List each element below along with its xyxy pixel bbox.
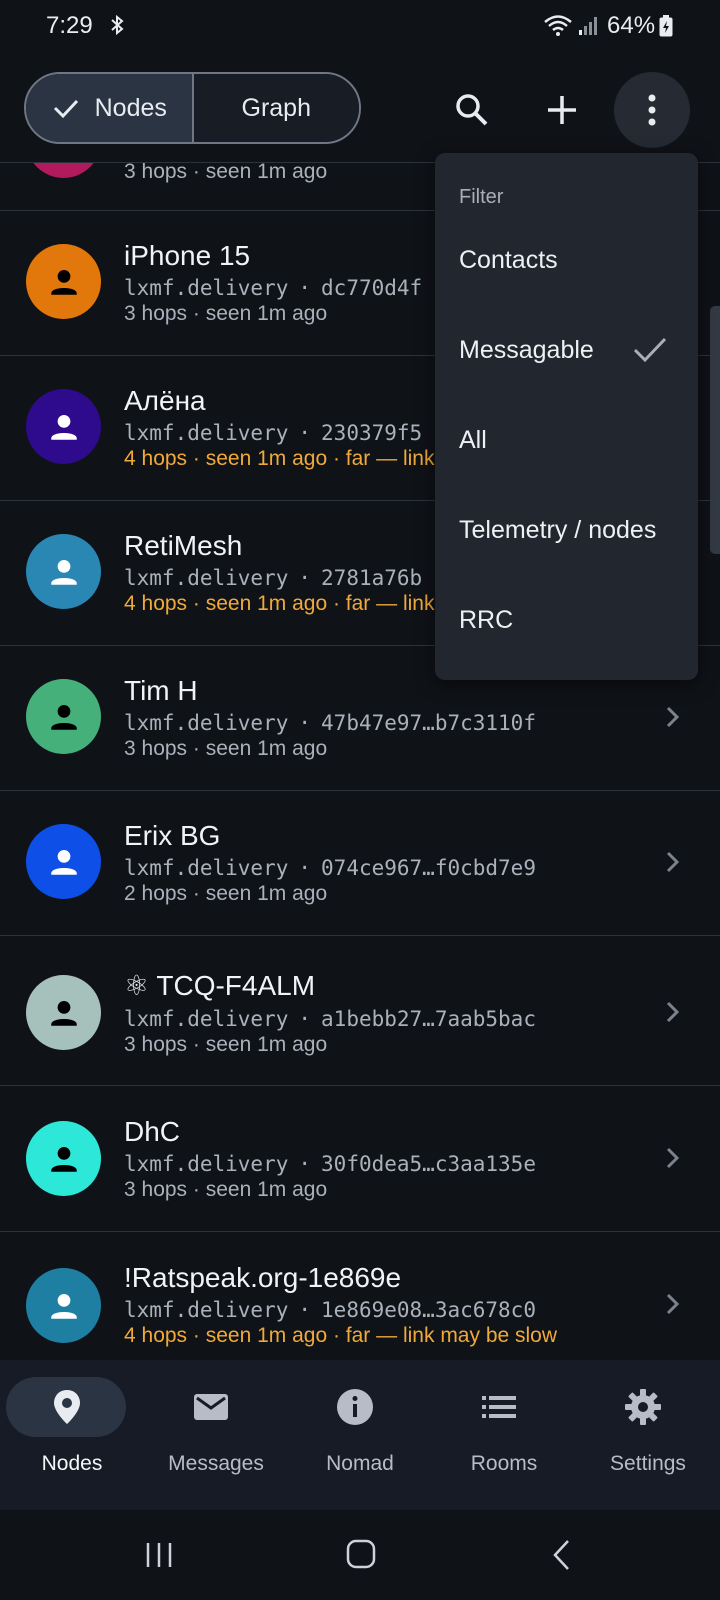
nav-label: Nodes [41,1452,103,1475]
avatar [26,1268,101,1343]
node-address: lxmf.delivery · 230379f5 [124,421,423,445]
segment-nodes[interactable]: Nodes [26,74,194,142]
gear-icon [625,1389,661,1425]
node-info: 4 hops · seen 1m ago · far — link may be… [124,1324,558,1347]
add-button[interactable] [534,82,590,138]
filter-all[interactable]: All [435,395,698,485]
node-name: RetiMesh [124,530,243,561]
person-icon [50,1293,77,1319]
search-button[interactable] [444,82,500,138]
recent-apps-icon[interactable] [144,1540,174,1570]
person-icon [50,1146,77,1172]
list-icon [482,1396,516,1418]
chevron-right-icon [666,706,680,728]
avatar [26,679,101,754]
node-info: 4 hops · seen 1m ago · far — link [124,592,435,615]
list-item[interactable]: ⚛ TCQ-F4ALM lxmf.delivery · a1bebb27…7aab5… [0,935,720,1086]
node-name: !Ratspeak.org-1e869e [124,1262,402,1293]
node-info: 4 hops · seen 1m ago · far — link [124,447,435,470]
nav-nodes[interactable]: Nodes [0,1360,144,1510]
node-address: lxmf.delivery · a1bebb27…7aab5bac [124,1007,536,1031]
chevron-right-icon [666,1147,680,1169]
check-icon [53,99,78,119]
person-icon [50,414,77,440]
search-icon [456,94,488,126]
check-icon [633,337,667,363]
node-info: 2 hops · seen 1m ago [124,882,328,905]
chevron-right-icon [666,1001,680,1023]
person-icon [50,704,77,730]
node-info: 3 hops · seen 1m ago [124,160,328,183]
chevron-right-icon [666,851,680,873]
node-name: iPhone 15 [124,240,251,271]
node-address: lxmf.delivery · 30f0dea5…c3aa135e [124,1152,536,1176]
info-icon [337,1389,373,1425]
plus-icon [548,96,576,124]
person-icon [50,1000,77,1026]
node-name: ⚛ TCQ-F4ALM [124,970,316,1001]
node-name: Tim H [124,675,198,706]
more-options-button[interactable] [614,72,690,148]
list-item[interactable]: !Ratspeak.org-1e869e lxmf.delivery · 1e869… [0,1232,720,1377]
node-name: DhC [124,1116,181,1147]
nav-messages[interactable]: Messages [144,1360,288,1510]
system-nav-bar [0,1510,720,1600]
chevron-right-icon [666,1293,680,1315]
filter-menu: Filter Contacts Messagable All Telemetry… [435,153,698,680]
home-icon[interactable] [345,1538,377,1570]
nav-nomad[interactable]: Nomad [288,1360,432,1510]
view-segmented-control: Nodes Graph [24,72,361,144]
node-address: lxmf.delivery · 1e869e08…3ac678c0 [124,1298,536,1322]
scrollbar[interactable] [710,306,720,554]
avatar [26,244,101,319]
person-icon [50,559,77,585]
list-item[interactable]: DhC lxmf.delivery · 30f0dea5…c3aa135e 3 ho… [0,1086,720,1232]
segment-nodes-label: Nodes [94,93,167,122]
filter-rrc[interactable]: RRC [435,575,698,665]
avatar [26,824,101,899]
person-icon [50,269,77,295]
filter-contacts[interactable]: Contacts [435,215,698,305]
node-info: 3 hops · seen 1m ago [124,737,328,760]
node-name: Алёна [124,385,206,416]
envelope-icon [194,1394,228,1420]
bottom-navigation: Nodes Messages Nomad Rooms Settings [0,1360,720,1510]
node-address: lxmf.delivery · 074ce967…f0cbd7e9 [124,856,536,880]
nav-rooms[interactable]: Rooms [432,1360,576,1510]
back-icon[interactable] [550,1538,574,1572]
filter-messagable[interactable]: Messagable [435,305,698,395]
filter-menu-title: Filter [459,186,504,208]
avatar [26,534,101,609]
nav-label: Rooms [470,1452,538,1475]
nav-settings[interactable]: Settings [576,1360,720,1510]
location-pin-icon [54,1390,80,1424]
node-info: 3 hops · seen 1m ago [124,1033,328,1056]
list-item[interactable]: Erix BG lxmf.delivery · 074ce967…f0cbd7e9 … [0,790,720,936]
node-address: lxmf.delivery · 47b47e97…b7c3110f [124,711,536,735]
node-info: 3 hops · seen 1m ago [124,302,328,325]
node-info: 3 hops · seen 1m ago [124,1178,328,1201]
nav-label: Messages [168,1452,264,1475]
segment-graph-label: Graph [241,93,311,122]
nav-label: Nomad [326,1452,394,1475]
avatar [26,389,101,464]
node-address: lxmf.delivery · dc770d4f [124,276,423,300]
nav-label: Settings [610,1452,686,1475]
node-address: lxmf.delivery · 2781a76b [124,566,423,590]
filter-telemetry-nodes[interactable]: Telemetry / nodes [435,485,698,575]
segment-graph[interactable]: Graph [193,74,359,142]
more-vert-icon [648,94,656,126]
avatar [26,975,101,1050]
avatar [26,1121,101,1196]
node-name: Erix BG [124,820,221,851]
person-icon [50,849,77,875]
